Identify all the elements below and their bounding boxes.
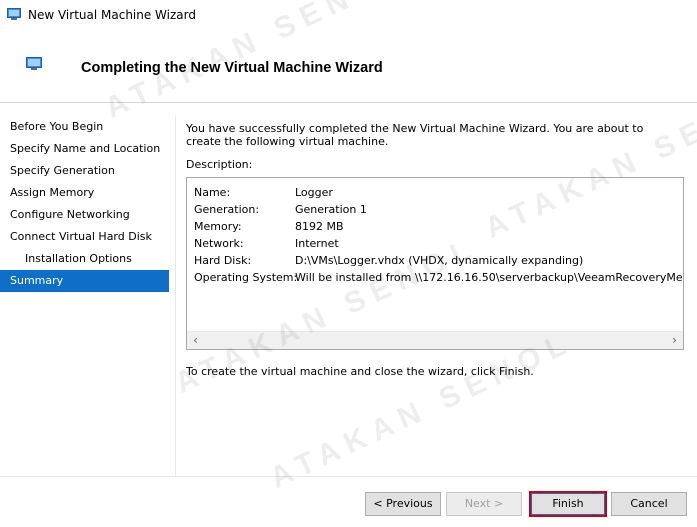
description-value: Will be installed from \\172.16.16.50\se… [295,271,683,284]
next-button[interactable]: Next > [446,492,522,516]
description-row-generation: Generation: Generation 1 [194,201,683,218]
description-value: Logger [295,186,333,199]
window-title: New Virtual Machine Wizard [28,8,196,22]
page-title: Completing the New Virtual Machine Wizar… [81,60,383,76]
finish-button[interactable]: Finish [529,491,607,517]
description-key: Network: [194,237,244,250]
description-value: 8192 MB [295,220,344,233]
title-bar: New Virtual Machine Wizard [0,0,697,30]
description-row-name: Name: Logger [194,184,683,201]
description-row-operating-system: Operating System: Will be installed from… [194,269,683,286]
description-row-network: Network: Internet [194,235,683,252]
nav-divider [175,116,176,476]
vm-window-icon [26,57,42,70]
finish-button-label: Finish [531,493,605,515]
description-box[interactable]: Name: Logger Generation: Generation 1 Me… [186,177,684,350]
nav-item-before-you-begin[interactable]: Before You Begin [0,116,169,138]
scroll-left-icon[interactable]: ‹ [187,332,204,349]
finish-instruction: To create the virtual machine and close … [186,365,534,378]
vm-window-icon [7,8,21,20]
nav-item-configure-networking[interactable]: Configure Networking [0,204,169,226]
horizontal-scrollbar[interactable]: ‹ › [187,331,683,349]
description-value: D:\VMs\Logger.vhdx (VHDX, dynamically ex… [295,254,584,267]
description-table: Name: Logger Generation: Generation 1 Me… [194,184,683,286]
description-key: Generation: [194,203,260,216]
nav-item-assign-memory[interactable]: Assign Memory [0,182,169,204]
scroll-right-icon[interactable]: › [666,332,683,349]
description-key: Name: [194,186,231,199]
footer-divider [0,476,697,477]
nav-item-connect-virtual-hard-disk[interactable]: Connect Virtual Hard Disk [0,226,169,248]
completion-message: You have successfully completed the New … [186,122,644,148]
description-label: Description: [186,158,253,171]
description-value: Internet [295,237,339,250]
previous-button[interactable]: < Previous [365,492,441,516]
nav-item-specify-name-and-location[interactable]: Specify Name and Location [0,138,169,160]
description-key: Hard Disk: [194,254,252,267]
watermark: ATAKAN SENOL [265,325,578,495]
cancel-button[interactable]: Cancel [611,492,687,516]
nav-item-summary[interactable]: Summary [0,270,169,292]
wizard-steps-nav: Before You Begin Specify Name and Locati… [0,116,169,292]
description-key: Operating System: [194,271,298,284]
description-row-memory: Memory: 8192 MB [194,218,683,235]
header-divider [0,102,697,103]
description-value: Generation 1 [295,203,367,216]
description-key: Memory: [194,220,242,233]
wizard-header: Completing the New Virtual Machine Wizar… [0,30,697,102]
nav-item-specify-generation[interactable]: Specify Generation [0,160,169,182]
description-row-hard-disk: Hard Disk: D:\VMs\Logger.vhdx (VHDX, dyn… [194,252,683,269]
nav-item-installation-options[interactable]: Installation Options [0,248,169,270]
